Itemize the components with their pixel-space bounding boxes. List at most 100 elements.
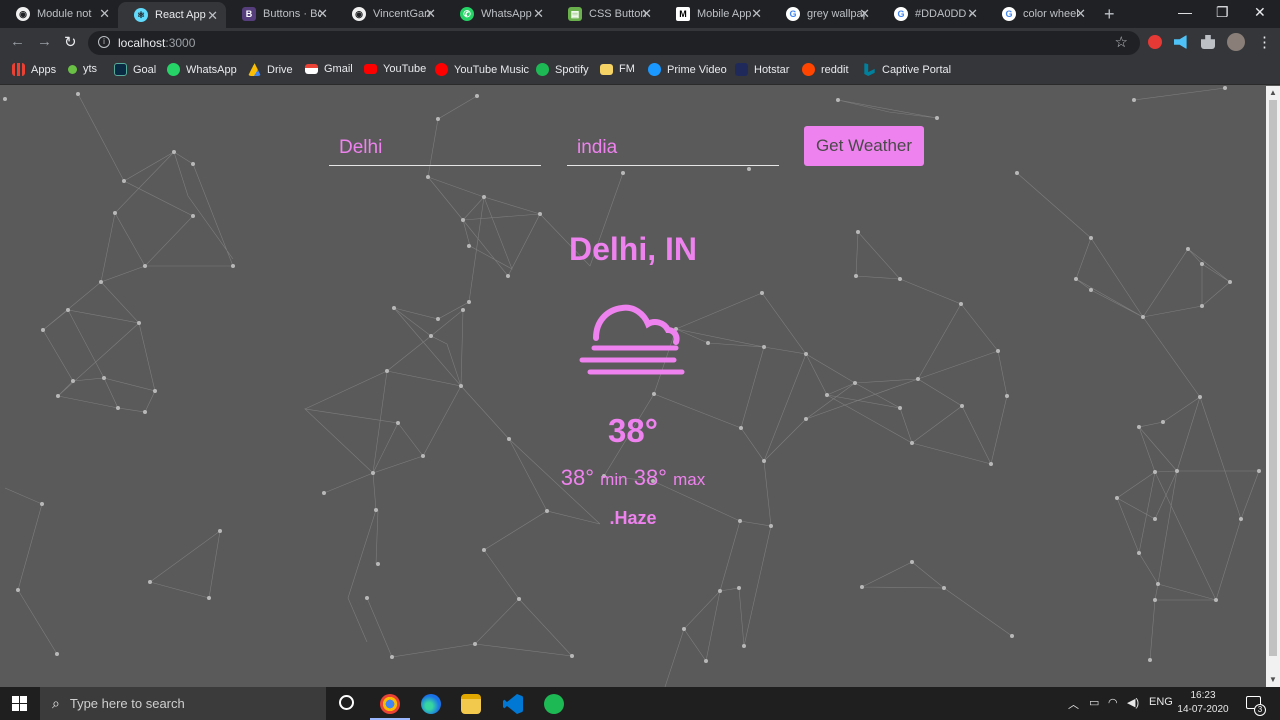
wifi-icon[interactable]: ◠ — [1108, 696, 1118, 709]
bookmark-reddit[interactable]: reddit — [802, 63, 849, 76]
tab-grey-wallpaper[interactable]: G grey wallpap ✕ — [770, 0, 878, 28]
close-tab-icon[interactable]: ✕ — [207, 8, 218, 24]
max-temp-label: max — [673, 470, 706, 489]
close-tab-icon[interactable]: ✕ — [751, 6, 762, 22]
file-explorer-taskbar-icon[interactable] — [461, 694, 481, 714]
new-tab-button[interactable]: + — [1104, 4, 1115, 25]
windows-start-icon[interactable] — [12, 696, 27, 711]
tab-mobile-app[interactable]: M Mobile App ✕ — [660, 0, 770, 28]
country-field[interactable] — [567, 130, 779, 166]
extensions-puzzle-icon[interactable] — [1201, 35, 1215, 49]
close-tab-icon[interactable]: ✕ — [641, 6, 652, 22]
bookmark-hotstar[interactable]: Hotstar — [735, 63, 789, 76]
bookmark-drive[interactable]: Drive — [248, 63, 293, 76]
extension-volume-icon[interactable] — [1174, 35, 1187, 49]
tab-module-not-found[interactable]: ◉ Module not ✕ — [0, 0, 118, 28]
close-tab-icon[interactable]: ✕ — [99, 6, 110, 22]
page-scrollbar[interactable]: ▲ ▼ — [1266, 86, 1280, 687]
react-icon: ⚛ — [134, 8, 148, 22]
close-tab-icon[interactable]: ✕ — [317, 6, 328, 22]
google-icon: G — [786, 7, 800, 21]
bing-icon — [864, 63, 875, 76]
cortana-icon[interactable] — [339, 695, 354, 710]
current-temperature: 38° — [608, 412, 658, 449]
tab-buttons-bootstrap[interactable]: B Buttons · Bo ✕ — [226, 0, 336, 28]
spotify-taskbar-icon[interactable] — [544, 694, 564, 714]
folder-icon — [600, 63, 613, 75]
close-tab-icon[interactable]: ✕ — [425, 6, 436, 22]
bookmark-yts[interactable]: yts — [68, 63, 97, 75]
min-temp-label: min — [600, 470, 628, 489]
taskbar-search-box[interactable]: ⌕ Type here to search — [40, 687, 326, 720]
goal-icon — [114, 63, 127, 76]
bookmark-spotify[interactable]: Spotify — [536, 63, 589, 76]
edge-taskbar-icon[interactable] — [421, 694, 441, 714]
fog-cloud-icon — [579, 304, 685, 375]
reload-icon[interactable]: ↻ — [64, 33, 77, 51]
city-field[interactable] — [329, 130, 541, 166]
clock[interactable]: 16:23 14-07-2020 — [1172, 689, 1234, 717]
youtube-icon — [364, 64, 377, 74]
tab-dda0dd[interactable]: G #DDA0DD - ✕ — [878, 0, 986, 28]
css-buttons-icon: ▤ — [568, 7, 582, 21]
min-max-temperature: 38° min 38° max — [0, 465, 1266, 491]
scroll-down-icon[interactable]: ▼ — [1269, 675, 1277, 684]
youtube-music-icon — [435, 63, 448, 76]
bookmark-star-icon[interactable]: ☆ — [1115, 33, 1128, 51]
close-tab-icon[interactable]: ✕ — [533, 6, 544, 22]
battery-icon[interactable]: ▭ — [1089, 696, 1099, 709]
bookmark-whatsapp[interactable]: WhatsApp — [167, 63, 237, 76]
close-tab-icon[interactable]: ✕ — [967, 6, 978, 22]
profile-avatar[interactable] — [1227, 33, 1245, 51]
back-icon[interactable]: ← — [10, 33, 25, 50]
search-placeholder: Type here to search — [69, 696, 185, 711]
whatsapp-icon — [167, 63, 180, 76]
bookmark-prime-video[interactable]: Prime Video — [648, 63, 727, 76]
tab-css-buttons[interactable]: ▤ CSS Buttons ✕ — [552, 0, 660, 28]
whatsapp-icon: ✆ — [460, 7, 474, 21]
bookmark-captive-portal[interactable]: Captive Portal — [863, 63, 951, 76]
bookmark-apps[interactable]: Apps — [12, 63, 56, 76]
clock-time: 16:23 — [1190, 690, 1216, 701]
yts-icon — [68, 64, 77, 74]
get-weather-button[interactable]: Get Weather — [804, 126, 924, 166]
city-input[interactable] — [329, 130, 541, 165]
bookmark-youtube-music[interactable]: YouTube Music — [435, 63, 529, 76]
hotstar-icon — [735, 63, 748, 76]
bookmark-fm[interactable]: FM — [600, 63, 635, 75]
volume-icon[interactable]: ◀) — [1127, 696, 1139, 709]
chrome-taskbar-icon[interactable] — [380, 694, 400, 714]
url-port: :3000 — [165, 36, 196, 50]
notification-count-badge: 3 — [1254, 704, 1266, 716]
scroll-thumb[interactable] — [1269, 100, 1277, 656]
tab-react-app[interactable]: ⚛ React App ✕ — [118, 2, 226, 28]
country-input[interactable] — [567, 130, 779, 165]
minimize-icon[interactable]: — — [1178, 4, 1192, 20]
close-window-icon[interactable]: ✕ — [1254, 4, 1266, 21]
language-indicator[interactable]: ENG — [1149, 696, 1173, 708]
close-tab-icon[interactable]: ✕ — [1075, 6, 1086, 22]
drive-icon — [248, 63, 261, 76]
tab-color-wheel[interactable]: G color wheel ✕ — [986, 0, 1094, 28]
show-hidden-icons-chevron[interactable]: ︿ — [1068, 696, 1079, 712]
browser-menu-icon[interactable]: ⋮ — [1257, 33, 1272, 51]
forward-icon[interactable]: → — [37, 33, 52, 50]
min-temp-value: 38° — [560, 465, 595, 490]
url-text[interactable]: localhost:3000 — [118, 36, 195, 50]
site-info-icon[interactable]: i — [98, 36, 110, 48]
bookmark-goal[interactable]: Goal — [114, 63, 156, 76]
scroll-up-icon[interactable]: ▲ — [1269, 88, 1277, 97]
bookmark-youtube[interactable]: YouTube — [364, 63, 426, 75]
tab-whatsapp[interactable]: ✆ WhatsApp ✕ — [444, 0, 552, 28]
close-tab-icon[interactable]: ✕ — [859, 6, 870, 22]
tab-vincentgarreau[interactable]: ◉ VincentGarr ✕ — [336, 0, 444, 28]
spotify-icon — [536, 63, 549, 76]
github-icon: ◉ — [16, 7, 30, 21]
extension-adblock-icon[interactable] — [1148, 35, 1162, 49]
restore-icon[interactable]: ❐ — [1216, 4, 1229, 21]
address-bar[interactable]: i localhost:3000 ☆ — [88, 31, 1140, 55]
bookmark-gmail[interactable]: Gmail — [305, 63, 353, 75]
vscode-taskbar-icon[interactable] — [503, 694, 523, 714]
github-icon: ◉ — [352, 7, 366, 21]
apps-grid-icon — [12, 63, 25, 76]
